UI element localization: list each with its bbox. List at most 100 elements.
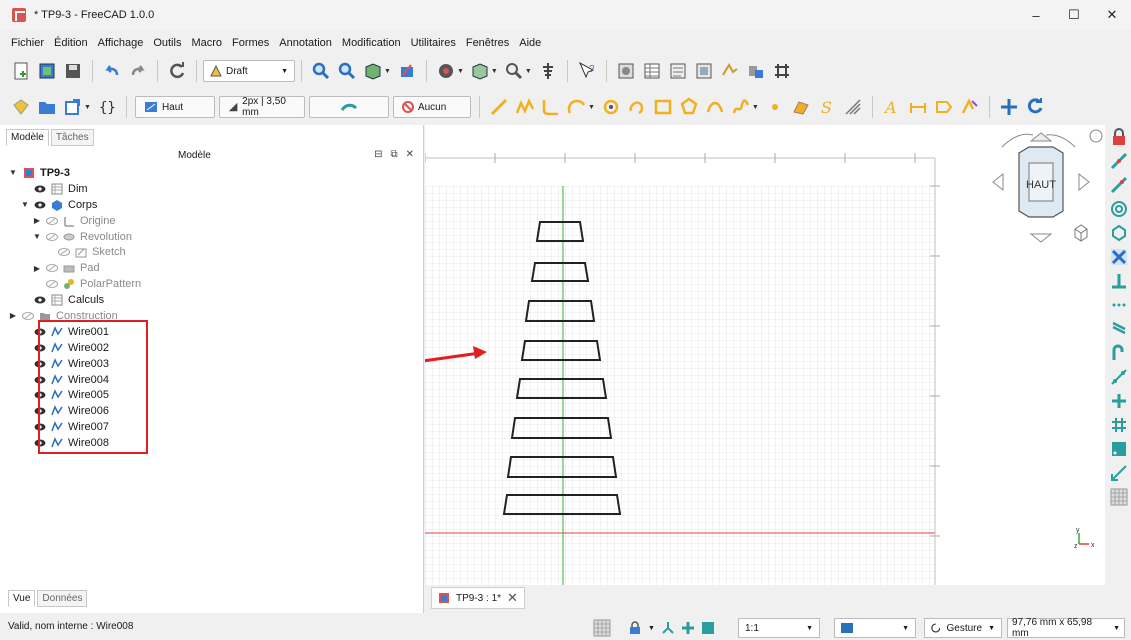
chevron-down-icon[interactable]: ▼ xyxy=(752,104,759,111)
nav-up-arrow[interactable] xyxy=(1029,132,1053,142)
dimension-tool-icon[interactable] xyxy=(907,96,929,118)
bspline-tool-icon[interactable] xyxy=(704,96,726,118)
distance-constraint-icon[interactable] xyxy=(1109,463,1129,483)
hidden-eye-icon[interactable] xyxy=(21,311,35,321)
facebinder-tool-icon[interactable] xyxy=(790,96,812,118)
visibility-eye-icon[interactable] xyxy=(33,200,47,210)
symmetric-icon[interactable] xyxy=(1109,367,1129,387)
expanded-arrow-icon[interactable]: ▼ xyxy=(8,168,18,177)
float-icon[interactable]: ⧉ xyxy=(390,149,397,160)
refresh-icon[interactable] xyxy=(166,60,188,82)
save-icon[interactable] xyxy=(62,60,84,82)
circle-tool-icon[interactable] xyxy=(600,96,622,118)
bezier-tool-icon[interactable] xyxy=(730,96,752,118)
coincident-icon[interactable] xyxy=(1109,151,1129,171)
point-tool-icon[interactable] xyxy=(764,96,786,118)
group-icon[interactable] xyxy=(667,60,689,82)
chevron-down-icon[interactable]: ▼ xyxy=(491,68,498,75)
ellipse-tool-icon[interactable] xyxy=(626,96,648,118)
tree-item-sketch[interactable]: Sketch xyxy=(8,244,408,260)
folder-icon[interactable] xyxy=(36,96,58,118)
tab-taches[interactable]: Tâches xyxy=(50,129,94,146)
bounding-box-icon[interactable] xyxy=(469,60,491,82)
visibility-eye-icon[interactable] xyxy=(33,184,47,194)
polygon-constraint-icon[interactable] xyxy=(1109,223,1129,243)
collapsed-arrow-icon[interactable]: ▶ xyxy=(32,264,42,273)
snap-button[interactable]: Aucun xyxy=(392,96,471,118)
undo-icon[interactable] xyxy=(101,60,123,82)
plus-icon[interactable] xyxy=(1109,391,1129,411)
minimize-button[interactable]: – xyxy=(1017,0,1055,30)
workbench-selector[interactable]: Draft ▼ xyxy=(203,60,295,82)
tree-item-dim[interactable]: Dim xyxy=(8,181,408,197)
label-tool-icon[interactable] xyxy=(933,96,955,118)
curly-braces-icon[interactable]: {} xyxy=(96,96,118,118)
tree-item-calculs[interactable]: Calculs xyxy=(8,292,408,308)
tangent-icon[interactable] xyxy=(1109,343,1129,363)
lock-icon[interactable] xyxy=(628,621,642,635)
hidden-eye-icon[interactable] xyxy=(45,232,59,242)
close-tab-icon[interactable]: ✕ xyxy=(507,590,518,606)
arc-tool-icon[interactable] xyxy=(566,96,588,118)
shape-string-icon[interactable]: S xyxy=(816,96,838,118)
menu-aide[interactable]: Aide xyxy=(514,33,546,53)
nav-right-arrow[interactable] xyxy=(1078,172,1090,192)
whats-this-icon[interactable]: ? xyxy=(576,60,598,82)
hidden-eye-icon[interactable] xyxy=(45,216,59,226)
perpendicular-icon[interactable] xyxy=(1109,271,1129,291)
navigation-cube[interactable]: HAUT xyxy=(992,129,1103,243)
link-make-icon[interactable] xyxy=(745,60,767,82)
line-style-button[interactable]: 2px | 3,50 mm xyxy=(218,96,305,118)
link-icon[interactable] xyxy=(537,60,559,82)
parallel-icon[interactable] xyxy=(1109,319,1129,339)
tab-vue[interactable]: Vue xyxy=(8,590,36,607)
redo-icon[interactable] xyxy=(127,60,149,82)
grid-hash-icon[interactable] xyxy=(1109,415,1129,435)
menu-fichier[interactable]: Fichier xyxy=(6,33,49,53)
dots-icon[interactable] xyxy=(1109,295,1129,315)
close-panel-icon[interactable]: ✕ xyxy=(406,149,414,160)
navigation-style-selector[interactable]: Gesture ▼ xyxy=(924,618,1002,638)
point-on-object-icon[interactable] xyxy=(1109,175,1129,195)
hatch-tool-icon[interactable] xyxy=(842,96,864,118)
chevron-down-icon[interactable]: ▼ xyxy=(84,104,91,111)
nav-menu-icon[interactable] xyxy=(1089,129,1103,143)
tab-donnees[interactable]: Données xyxy=(37,590,88,607)
new-document-icon[interactable] xyxy=(10,60,32,82)
color-selector[interactable]: ▼ xyxy=(834,618,916,638)
menu-modification[interactable]: Modification xyxy=(337,33,406,53)
tree-item-corps[interactable]: ▼ Corps xyxy=(8,197,408,213)
cross-icon[interactable] xyxy=(1109,247,1129,267)
sketch-view-icon[interactable] xyxy=(396,60,418,82)
move-tool-icon[interactable] xyxy=(998,96,1020,118)
dimension-display[interactable]: 97,76 mm x 65,98 mm ▼ xyxy=(1007,617,1125,639)
rotate-tool-icon[interactable] xyxy=(1024,96,1046,118)
block-constraint-icon[interactable] xyxy=(1109,439,1129,459)
grid-toggle-icon[interactable] xyxy=(593,618,611,638)
collapse-icon[interactable]: ⊟ xyxy=(374,149,382,160)
expanded-arrow-icon[interactable]: ▼ xyxy=(32,232,42,241)
3d-view[interactable]: HAUT y x z xyxy=(425,125,1105,585)
tree-item-tp9-3[interactable]: ▼ TP9-3 xyxy=(8,165,408,181)
zoom-fit-selection-icon[interactable] xyxy=(336,60,358,82)
line-tool-icon[interactable] xyxy=(488,96,510,118)
draw-style-icon[interactable] xyxy=(435,60,457,82)
link-sub-icon[interactable] xyxy=(771,60,793,82)
text-document-icon[interactable] xyxy=(719,60,741,82)
nav-left-arrow[interactable] xyxy=(992,172,1004,192)
draft-settings-icon[interactable] xyxy=(10,96,32,118)
chevron-down-icon[interactable]: ▼ xyxy=(588,104,595,111)
tree-item-origine[interactable]: ▶ Origine xyxy=(8,213,408,229)
open-document-icon[interactable] xyxy=(36,60,58,82)
chevron-down-icon[interactable]: ▼ xyxy=(525,68,532,75)
expanded-arrow-icon[interactable]: ▼ xyxy=(20,200,30,209)
document-tab[interactable]: TP9-3 : 1* ✕ xyxy=(431,587,525,609)
working-plane-button[interactable]: Haut xyxy=(134,96,215,118)
nav-down-arrow[interactable] xyxy=(1029,233,1053,243)
measure-icon[interactable] xyxy=(503,60,525,82)
chevron-down-icon[interactable]: ▼ xyxy=(384,68,391,75)
lock-icon[interactable] xyxy=(1109,127,1129,147)
close-button[interactable]: ✕ xyxy=(1093,0,1131,30)
visibility-eye-icon[interactable] xyxy=(33,295,47,305)
hidden-eye-icon[interactable] xyxy=(45,263,59,273)
